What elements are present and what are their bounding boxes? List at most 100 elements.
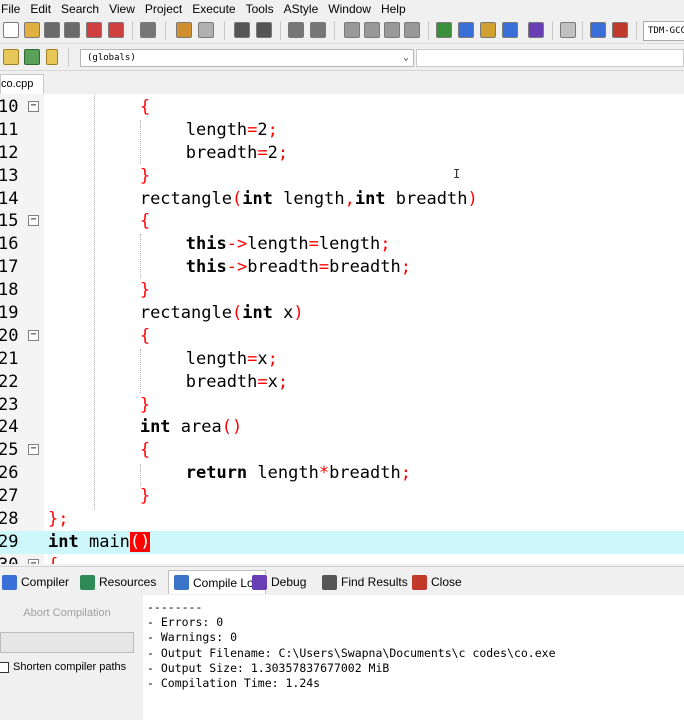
code-token: } [139,165,151,186]
code-line: 22 breadth=x; [0,371,684,394]
unindent-icon[interactable] [310,22,326,38]
file-tab-co-cpp[interactable]: co.cpp [0,74,44,94]
shorten-paths-checkbox[interactable] [0,661,9,673]
syntax-check-icon[interactable] [528,22,544,38]
line-number: 29 [0,531,19,552]
code-line: 12 breadth=2; [0,142,684,165]
menu-file[interactable]: File [0,2,25,16]
code-token: -> [226,257,248,278]
print-icon[interactable] [140,22,156,38]
fold-toggle-icon[interactable]: − [28,329,39,341]
code-token: () [221,417,243,438]
line-number: 21 [0,348,19,369]
code-text: { [140,439,150,462]
code-token: ; [267,119,278,140]
find-icon[interactable] [234,22,250,38]
line-number: 19 [0,303,19,324]
code-editor[interactable]: 10−{11 length=2; 12 breadth=2; 13} 14 rectangl… [0,94,684,564]
menu-edit[interactable]: Edit [25,2,56,16]
comment-icon[interactable] [404,22,420,38]
code-token: ( [231,188,243,209]
scope-select[interactable]: (globals) ⌄ [80,49,414,67]
log-line: - Output Filename: C:\Users\Swapna\Docum… [147,645,556,660]
code-token: breadth [185,371,258,392]
run-icon[interactable] [458,22,474,38]
chevron-down-icon: ⌄ [402,52,409,63]
code-text: } [140,394,150,417]
code-line: 24 int area() [0,416,684,439]
code-token: int [354,188,386,209]
code-token: { [139,97,151,117]
abort-compilation-button[interactable]: Abort Compilation [0,600,134,626]
code-token: } [139,394,151,415]
shorten-paths-option[interactable]: Shorten compiler paths [0,661,126,673]
code-text: } [140,279,150,302]
goto-bookmark-icon[interactable] [384,22,400,38]
code-text: int area() [140,416,242,439]
code-token: main [78,531,130,552]
toolbar-separator [132,21,133,40]
save-all-icon[interactable] [64,22,80,38]
code-token: rectangle [139,303,232,324]
tab-find-results[interactable]: Find Results [322,570,408,594]
function-select[interactable] [416,49,684,67]
compile-icon[interactable] [436,22,452,38]
tab-resources[interactable]: Resources [80,570,156,594]
replace-icon[interactable] [256,22,272,38]
fold-toggle-icon[interactable]: − [28,101,39,112]
debug-icon[interactable] [612,22,628,38]
line-number: 27 [0,486,19,507]
bookmark-icon[interactable] [46,49,58,65]
menu-project[interactable]: Project [140,2,187,16]
save-icon[interactable] [44,22,60,38]
redo-icon[interactable] [198,22,214,38]
compile-run-icon[interactable] [480,22,496,38]
code-text: { [140,210,150,233]
new-file-icon[interactable] [3,22,19,38]
code-token: breadth [247,257,319,278]
menu-astyle[interactable]: AStyle [279,2,324,16]
class-browser-icon[interactable] [3,49,19,65]
code-line: 27} [0,485,684,508]
tab-label: Close [431,575,462,589]
code-token: int [48,531,79,552]
line-number: 14 [0,188,19,209]
menu-view[interactable]: View [104,2,140,16]
chart-icon[interactable] [590,22,606,38]
toggle-bookmark-icon[interactable] [364,22,380,38]
menu-window[interactable]: Window [323,2,376,16]
open-file-icon[interactable] [24,22,40,38]
undo-icon[interactable] [176,22,192,38]
code-line: 20− { [0,325,684,348]
close-all-icon[interactable] [108,22,124,38]
line-number: 22 [0,371,19,392]
menu-tools[interactable]: Tools [241,2,279,16]
menu-execute[interactable]: Execute [187,2,240,16]
code-token: breadth [329,257,401,278]
fold-toggle-icon[interactable]: − [28,215,39,227]
code-text: { [140,325,150,348]
tab-compiler[interactable]: Compiler [2,570,69,594]
close-file-icon[interactable] [86,22,102,38]
compiler-select[interactable]: TDM-GCC [643,21,684,41]
indent-icon[interactable] [288,22,304,38]
stop-icon[interactable] [560,22,576,38]
tab-debug[interactable]: Debug [252,570,306,594]
goto-line-icon[interactable] [344,22,360,38]
tab-label: Debug [271,575,307,589]
code-token: , [344,188,355,209]
tab-close[interactable]: Close [412,570,462,594]
menu-help[interactable]: Help [376,2,411,16]
code-line: 28}; [0,508,684,531]
fold-toggle-icon[interactable]: − [28,444,39,456]
goto-icon[interactable] [24,49,40,65]
code-token: = [257,371,268,392]
rebuild-icon[interactable] [502,22,518,38]
toolbar-separator [334,21,335,40]
file-tab-bar: co.cpp [0,72,684,94]
code-token: { [48,555,58,564]
compile-log-output: -------- - Errors: 0- Warnings: 0- Output… [143,595,684,720]
menu-search[interactable]: Search [56,2,104,16]
fold-toggle-icon[interactable]: − [28,558,39,564]
code-token: ; [400,463,411,484]
